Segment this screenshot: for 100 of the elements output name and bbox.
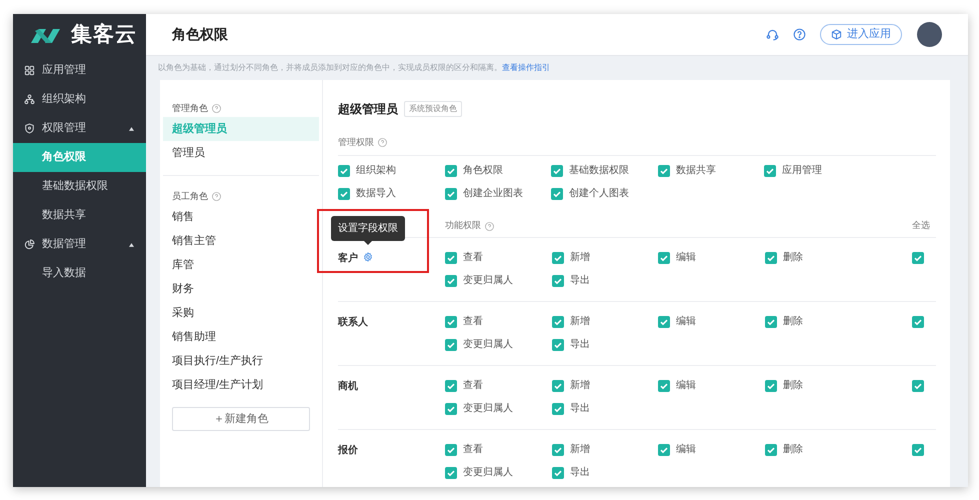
permission-label: 删除 xyxy=(783,443,803,457)
help-icon[interactable] xyxy=(212,104,221,113)
sidebar-item[interactable]: 应用管理 xyxy=(13,56,146,85)
permission-label: 应用管理 xyxy=(782,164,822,178)
role-item[interactable]: 财务 xyxy=(163,277,319,301)
role-item[interactable]: 管理员 xyxy=(163,141,319,165)
permission-label: 组织架构 xyxy=(356,164,396,178)
checkbox[interactable] xyxy=(338,188,350,200)
permission-label: 创建个人图表 xyxy=(569,186,629,201)
permission-label: 新增 xyxy=(570,442,590,457)
permission-label: 查看 xyxy=(463,250,483,265)
permission-label: 数据导入 xyxy=(356,186,396,201)
permission-label: 变更归属人 xyxy=(463,274,513,288)
page-title: 角色权限 xyxy=(172,25,229,44)
role-group-title: 员工角色 xyxy=(172,190,208,203)
checkbox[interactable] xyxy=(551,164,563,176)
enter-app-button[interactable]: 进入应用 xyxy=(820,24,902,45)
role-tag: 系统预设角色 xyxy=(404,101,462,117)
select-all-label: 全选 xyxy=(912,219,931,232)
role-item[interactable]: 项目执行/生产执行 xyxy=(163,349,319,373)
checkbox[interactable] xyxy=(552,402,564,414)
checkbox[interactable] xyxy=(658,444,670,456)
permission-label: 新增 xyxy=(570,250,590,265)
checkbox[interactable] xyxy=(912,380,924,392)
permission-label: 导出 xyxy=(570,274,590,288)
checkbox[interactable] xyxy=(658,380,670,392)
permission-label: 创建企业图表 xyxy=(463,186,523,201)
settings-icon[interactable] xyxy=(363,252,373,262)
permission-label: 删除 xyxy=(783,251,803,265)
apps-icon xyxy=(24,65,35,76)
checkbox[interactable] xyxy=(445,316,457,328)
checkbox[interactable] xyxy=(765,316,777,328)
permission-label: 变更归属人 xyxy=(463,338,513,352)
sidebar-item[interactable]: 权限管理 xyxy=(13,114,146,143)
checkbox[interactable] xyxy=(765,252,777,264)
permission-label: 编辑 xyxy=(676,250,696,265)
permission-label: 基础数据权限 xyxy=(569,164,629,178)
avatar[interactable] xyxy=(917,22,942,47)
checkbox[interactable] xyxy=(765,380,777,392)
checkbox[interactable] xyxy=(552,316,564,328)
role-item[interactable]: 销售 xyxy=(163,205,319,229)
role-item[interactable]: 项目经理/生产计划 xyxy=(163,373,319,397)
section-title: 功能权限 xyxy=(445,219,481,232)
checkbox[interactable] xyxy=(445,164,457,176)
help-icon[interactable] xyxy=(212,192,221,201)
permission-label: 新增 xyxy=(570,314,590,329)
sidebar-item[interactable]: 数据共享 xyxy=(13,201,146,230)
checkbox[interactable] xyxy=(658,252,670,264)
sidebar-item[interactable]: 数据管理 xyxy=(13,230,146,259)
role-item[interactable]: 销售主管 xyxy=(163,229,319,253)
permission-label: 变更归属人 xyxy=(463,402,513,416)
permission-label: 查看 xyxy=(463,314,483,329)
checkbox[interactable] xyxy=(912,252,924,264)
permission-label: 编辑 xyxy=(676,378,696,393)
checkbox[interactable] xyxy=(338,164,350,176)
new-role-button[interactable]: ＋新建角色 xyxy=(172,407,310,431)
checkbox[interactable] xyxy=(445,466,457,478)
help-icon[interactable] xyxy=(378,138,387,147)
checkbox[interactable] xyxy=(445,402,457,414)
checkbox[interactable] xyxy=(912,316,924,328)
checkbox[interactable] xyxy=(658,316,670,328)
role-item[interactable]: 销售助理 xyxy=(163,325,319,349)
chart-icon xyxy=(24,239,35,250)
role-item[interactable]: 库管 xyxy=(163,253,319,277)
checkbox[interactable] xyxy=(445,380,457,392)
checkbox[interactable] xyxy=(552,444,564,456)
checkbox[interactable] xyxy=(445,274,457,286)
description-text: 以角色为基础，通过划分不同角色，并将成员添加到对应的角色中，实现成员权限的区分和隔离。 xyxy=(158,62,502,74)
checkbox[interactable] xyxy=(551,188,563,200)
checkbox[interactable] xyxy=(658,164,670,176)
logo-text: 集客云 xyxy=(71,22,137,48)
headset-icon[interactable] xyxy=(766,28,779,41)
object-name: 商机 xyxy=(338,379,358,394)
org-icon xyxy=(24,94,35,105)
help-icon[interactable] xyxy=(485,222,494,230)
checkbox[interactable] xyxy=(552,338,564,350)
permission-label: 角色权限 xyxy=(463,164,503,178)
permission-label: 新增 xyxy=(570,378,590,393)
checkbox[interactable] xyxy=(912,444,924,456)
help-icon[interactable] xyxy=(793,28,806,41)
checkbox[interactable] xyxy=(445,252,457,264)
checkbox[interactable] xyxy=(552,466,564,478)
checkbox[interactable] xyxy=(552,380,564,392)
checkbox[interactable] xyxy=(445,444,457,456)
object-name: 联系人 xyxy=(338,316,368,330)
role-item[interactable]: 采购 xyxy=(163,301,319,325)
checkbox[interactable] xyxy=(552,274,564,286)
guide-link[interactable]: 查看操作指引 xyxy=(502,62,550,74)
checkbox[interactable] xyxy=(552,252,564,264)
sidebar-item[interactable]: 组织架构 xyxy=(13,85,146,114)
shield-icon xyxy=(24,123,35,134)
checkbox[interactable] xyxy=(445,188,457,200)
checkbox[interactable] xyxy=(765,444,777,456)
checkbox[interactable] xyxy=(445,338,457,350)
permission-label: 变更归属人 xyxy=(463,466,513,480)
checkbox[interactable] xyxy=(764,164,776,176)
permission-label: 导出 xyxy=(570,466,590,480)
sidebar-item[interactable]: 导入数据 xyxy=(13,259,146,288)
sidebar-item[interactable]: 基础数据权限 xyxy=(13,172,146,201)
object-name: 报价 xyxy=(338,444,358,458)
